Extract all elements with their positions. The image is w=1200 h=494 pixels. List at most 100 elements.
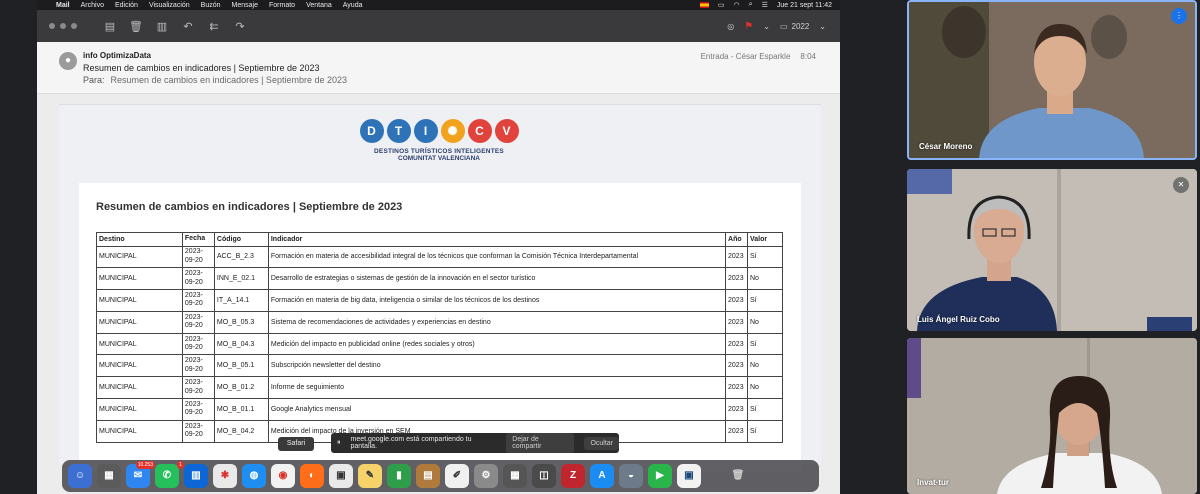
junk-icon[interactable]: ▥ <box>149 20 175 33</box>
textedit-icon[interactable]: ✐ <box>445 464 469 488</box>
cell-ano: 2023 <box>725 289 748 312</box>
cell-ano: 2023 <box>725 310 748 334</box>
cell-valor: No <box>747 376 783 400</box>
search-icon[interactable]: ⌕ <box>749 1 753 9</box>
notes-icon[interactable]: ✎ <box>358 464 382 488</box>
menu-ayuda[interactable]: Ayuda <box>343 2 363 9</box>
indicators-table: Destino Fecha Código Indicador Año Valor… <box>96 232 783 443</box>
facetime-icon[interactable]: ▶ <box>648 464 672 488</box>
firefox-icon[interactable]: ◐ <box>300 464 324 488</box>
trello-icon[interactable]: ▥ <box>184 464 208 488</box>
cell-valor: No <box>747 354 783 378</box>
mac-dock: ☺ ▦ ✉ 10.253 ✆ 1 ▥ ✱ ◍ ◉ ◐ ▣ ✎ ▮ ▤ ✐ ⚙ ▦ ◫… <box>62 460 819 492</box>
stop-sharing-button[interactable]: Dejar de compartir <box>506 433 575 453</box>
cell-ano: 2023 <box>725 332 748 356</box>
forward-icon[interactable]: ↷ <box>227 20 253 33</box>
menu-edicion[interactable]: Edición <box>115 2 138 9</box>
numbers-icon[interactable]: ▮ <box>387 464 411 488</box>
globe-icon[interactable]: ◎ <box>727 22 734 31</box>
menu-app-name[interactable]: Mail <box>56 2 70 9</box>
whatsapp-badge: 1 <box>177 461 184 469</box>
cell-indicador: Formación en materia de accesibilidad in… <box>267 245 727 269</box>
whatsapp-icon[interactable]: ✆ 1 <box>155 461 184 488</box>
chevron-down-icon[interactable]: ⌄ <box>763 22 770 31</box>
cell-ano: 2023 <box>725 245 748 269</box>
menu-ventana[interactable]: Ventana <box>306 2 332 9</box>
menu-formato[interactable]: Formato <box>269 2 295 9</box>
participant-name: Luis Ángel Ruiz Cobo <box>917 315 1000 324</box>
zoom-window-button[interactable] <box>71 23 77 29</box>
cell-codigo: MO_B_01.2 <box>213 376 269 400</box>
system-settings-icon[interactable]: ⚙ <box>474 464 498 488</box>
calculator-icon[interactable]: ▦ <box>503 464 527 488</box>
sender-avatar-icon: ● <box>59 52 77 70</box>
menu-mensaje[interactable]: Mensaje <box>232 2 258 9</box>
move-to-folder-button[interactable]: ▭ 2022 <box>780 22 809 31</box>
wifi-icon[interactable]: ◠ <box>734 1 740 9</box>
safari-icon[interactable]: ◍ <box>242 464 266 488</box>
mac-menubar: Mail Archivo Edición Visualización Buzón… <box>37 0 840 10</box>
cell-fecha: 2023-09-20 <box>181 419 215 443</box>
cell-fecha: 2023-09-20 <box>181 289 215 312</box>
reply-all-icon[interactable]: ⇇ <box>201 20 227 33</box>
participant-video <box>909 2 1195 158</box>
to-value[interactable]: Resumen de cambios en indicadores | Sept… <box>111 75 347 85</box>
reply-icon[interactable]: ↶ <box>175 20 201 33</box>
app-store-icon[interactable]: A <box>590 464 614 488</box>
table-row: MUNICIPAL 2023-09-20 MO_B_04.3 Medición del… <box>96 332 783 356</box>
disk-utility-icon[interactable]: ◒ <box>619 464 643 488</box>
filezilla-icon[interactable]: Z <box>561 464 585 488</box>
participant-tile[interactable]: ✕ Luis Ángel Ruiz Cobo <box>907 169 1197 331</box>
mail-toolbar: ▤ 🗑 ▥ ↶ ⇇ ↷ ◎ ⚑ ⌄ ▭ 2022 ⌄ <box>37 10 840 42</box>
cell-destino: MUNICIPAL <box>96 354 183 378</box>
email-to-line: Para: Resumen de cambios en indicadores |… <box>83 75 347 85</box>
header-ano: Año <box>725 232 748 247</box>
launchpad-icon[interactable]: ▦ <box>97 464 121 488</box>
screenshot-icon[interactable]: ◫ <box>532 464 556 488</box>
archive-utility-icon[interactable]: ▤ <box>416 464 440 488</box>
participant-video <box>907 338 1197 494</box>
finder-icon[interactable]: ☺ <box>68 464 92 488</box>
trash-bin-icon[interactable]: 🗑 <box>726 464 750 488</box>
header-codigo: Código <box>213 232 269 247</box>
language-flag-icon[interactable] <box>699 2 709 8</box>
trash-icon[interactable]: 🗑 <box>123 20 149 33</box>
window-manager-icon[interactable]: ▣ <box>677 464 701 488</box>
cell-codigo: MO_B_04.3 <box>213 332 269 356</box>
cell-indicador: Subscripción newsletter del destino <box>267 354 727 378</box>
cell-codigo: MO_B_01.1 <box>213 398 269 421</box>
menu-visualizacion[interactable]: Visualización <box>149 2 190 9</box>
menu-buzon[interactable]: Buzón <box>201 2 221 9</box>
chrome-icon[interactable]: ◉ <box>271 464 295 488</box>
battery-icon[interactable]: ▭ <box>718 1 725 9</box>
flag-icon[interactable]: ⚑ <box>744 21 753 32</box>
control-center-icon[interactable]: ☰ <box>762 1 768 9</box>
participant-name: Invat·tur <box>917 478 949 487</box>
menubar-clock[interactable]: Jue 21 sept 11:42 <box>777 2 832 9</box>
mic-off-icon: ✕ <box>1173 177 1189 193</box>
participant-tile[interactable]: ⋮ César Moreno <box>907 0 1197 160</box>
cell-destino: MUNICIPAL <box>96 332 183 356</box>
folder-chevron-icon[interactable]: ⌄ <box>819 22 826 31</box>
hide-button[interactable]: Ocultar <box>584 436 619 450</box>
shared-screen: Mail Archivo Edición Visualización Buzón… <box>37 0 840 494</box>
minimize-window-button[interactable] <box>60 23 66 29</box>
cell-indicador: Medición del impacto en publicidad onlin… <box>267 332 727 356</box>
preview-icon[interactable]: ▣ <box>329 464 353 488</box>
cell-valor: Sí <box>747 398 783 421</box>
close-window-button[interactable] <box>49 23 55 29</box>
email-subject: Resumen de cambios en indicadores | Sept… <box>83 63 320 73</box>
email-sender: info OptimizaData <box>83 51 152 60</box>
logo-letter: D <box>359 119 384 143</box>
archive-icon[interactable]: ▤ <box>97 20 123 33</box>
cell-codigo: MO_B_05.3 <box>213 310 269 334</box>
cell-indicador: Informe de seguimiento <box>267 376 727 400</box>
cell-codigo: INN_E_02.1 <box>213 267 269 291</box>
slack-icon[interactable]: ✱ <box>213 464 237 488</box>
cell-valor: Sí <box>747 289 783 312</box>
folder-name: 2022 <box>791 21 810 31</box>
participant-tile[interactable]: Invat·tur <box>907 338 1197 494</box>
mail-icon[interactable]: ✉ 10.253 <box>126 461 155 488</box>
menu-archivo[interactable]: Archivo <box>81 2 104 9</box>
cell-fecha: 2023-09-20 <box>181 398 215 421</box>
